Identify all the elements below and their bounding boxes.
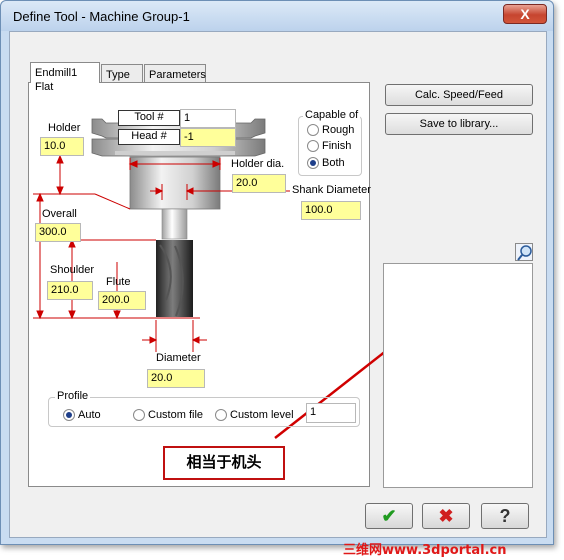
radio-both-label: Both (322, 157, 345, 169)
overall-label: Overall (42, 208, 77, 220)
calc-speed-feed-button[interactable]: Calc. Speed/Feed (385, 84, 533, 106)
radio-custom-file-label: Custom file (148, 409, 204, 421)
help-button[interactable]: ? (481, 503, 529, 529)
tool-number-field[interactable]: 1 (180, 109, 236, 128)
radio-rough[interactable] (307, 124, 319, 136)
tool-preview-pane (383, 263, 533, 488)
shoulder-field[interactable]: 210.0 (47, 281, 93, 300)
zoom-icon[interactable] (515, 243, 533, 261)
overall-field[interactable]: 300.0 (35, 223, 81, 242)
holder-dia-field[interactable]: 20.0 (232, 174, 286, 193)
head-number-label: Head # (118, 129, 180, 145)
radio-auto-label: Auto (78, 409, 101, 421)
radio-custom-level-label: Custom level (230, 409, 294, 421)
tab-endmill1-flat[interactable]: Endmill1 Flat (30, 62, 100, 93)
shank-diameter-field[interactable]: 100.0 (301, 201, 361, 220)
radio-custom-file[interactable] (133, 409, 145, 421)
profile-title: Profile (55, 390, 91, 402)
radio-both[interactable] (307, 157, 319, 169)
flute-label: Flute (106, 276, 131, 288)
watermark-text: 三维网www.3dportal.cn (343, 543, 507, 558)
shoulder-label: Shoulder (50, 264, 95, 276)
ok-button[interactable]: ✔ (365, 503, 413, 529)
custom-level-field[interactable]: 1 (306, 403, 356, 423)
tool-shank-shape (161, 208, 188, 240)
tool-number-label: Tool # (118, 110, 180, 126)
radio-finish[interactable] (307, 140, 319, 152)
radio-auto[interactable] (63, 409, 75, 421)
radio-custom-level[interactable] (215, 409, 227, 421)
holder-field[interactable]: 10.0 (40, 137, 84, 156)
tool-flute-shape (156, 240, 193, 317)
radio-rough-label: Rough (322, 124, 355, 136)
capable-of-title: Capable of (303, 109, 361, 121)
diameter-label: Diameter (156, 352, 201, 364)
shank-diameter-label: Shank Diameter (292, 184, 371, 196)
annotation-callout: 相当于机头 (163, 446, 285, 480)
flute-field[interactable]: 200.0 (98, 291, 146, 310)
holder-dia-label: Holder dia. (231, 158, 285, 170)
head-number-field[interactable]: -1 (180, 128, 236, 147)
diameter-field[interactable]: 20.0 (147, 369, 205, 388)
cancel-button[interactable]: ✖ (422, 503, 470, 529)
radio-finish-label: Finish (322, 140, 352, 152)
holder-label: Holder (48, 122, 81, 134)
save-to-library-button[interactable]: Save to library... (385, 113, 533, 135)
